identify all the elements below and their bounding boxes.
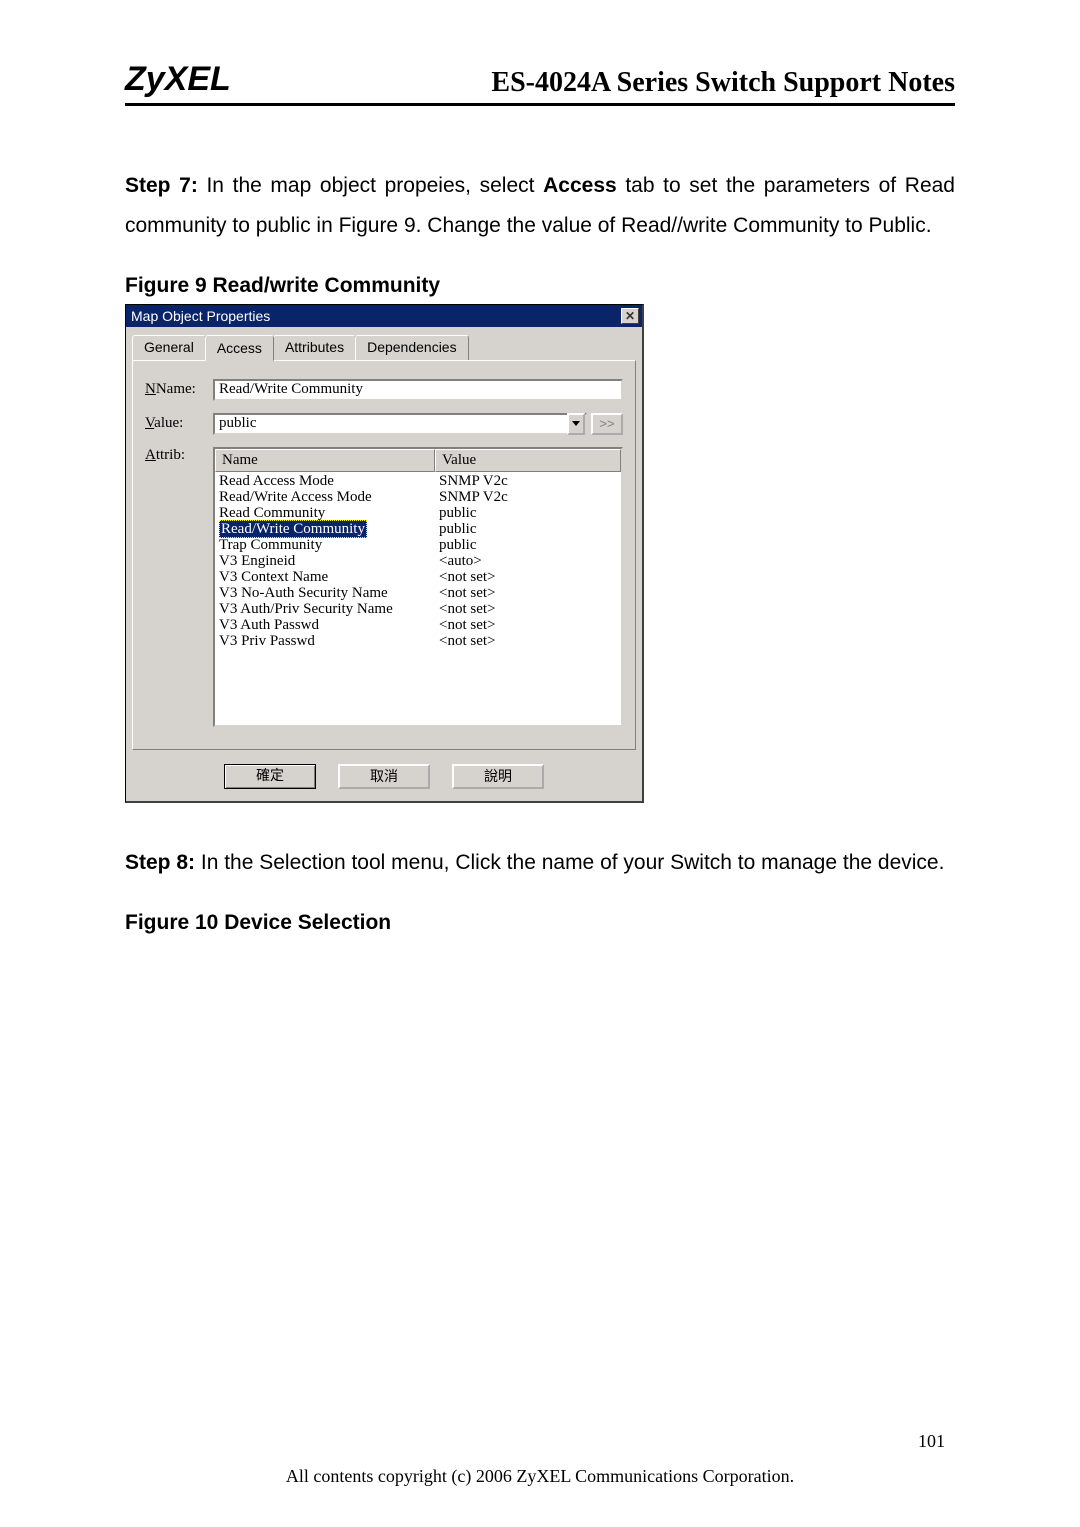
value-combo[interactable]: public [213,413,585,435]
list-item[interactable]: V3 Priv Passwd<not set> [215,633,621,649]
listview-body: Read Access ModeSNMP V2cRead/Write Acces… [215,472,621,650]
list-item[interactable]: Read/Write Access ModeSNMP V2c [215,489,621,505]
name-input[interactable]: Read/Write Community [213,379,623,401]
step8-paragraph: Step 8: In the Selection tool menu, Clic… [125,843,955,883]
listview-header: Name Value [215,449,621,472]
cancel-button[interactable]: 取消 [338,764,430,789]
page-number: 101 [918,1431,945,1452]
list-item[interactable]: V3 Auth Passwd<not set> [215,617,621,633]
dialog-title: Map Object Properties [131,308,270,324]
brand-logo: ZyXEL [125,60,231,99]
figure10-caption: Figure 10 Device Selection [125,911,955,935]
page-header: ZyXEL ES-4024A Series Switch Support Not… [125,60,955,106]
tab-access[interactable]: Access [205,335,274,361]
step7-bold: Access [543,174,617,197]
dialog-button-row: 確定 取消 說明 [126,750,642,801]
list-item[interactable]: Read Communitypublic [215,505,621,521]
help-button[interactable]: 說明 [452,764,544,789]
name-label: NName: [145,381,213,398]
step7-paragraph: Step 7: In the map object propeies, sele… [125,166,955,246]
list-item[interactable]: V3 Auth/Priv Security Name<not set> [215,601,621,617]
tab-dependencies[interactable]: Dependencies [355,335,469,360]
tab-strip: General Access Attributes Dependencies [126,327,642,360]
list-item[interactable]: V3 Engineid<auto> [215,553,621,569]
figure9-caption: Figure 9 Read/write Community [125,274,955,298]
value-label: Value: [145,415,213,432]
close-button[interactable]: ✕ [621,308,639,324]
value-input[interactable]: public [213,413,587,435]
map-object-properties-dialog: Map Object Properties ✕ General Access A… [125,304,644,803]
chevron-down-icon[interactable] [567,413,585,435]
column-value[interactable]: Value [435,449,621,472]
list-item[interactable]: V3 No-Auth Security Name<not set> [215,585,621,601]
list-item[interactable]: Read Access ModeSNMP V2c [215,473,621,489]
step8-label: Step 8: [125,851,201,874]
attribute-listview[interactable]: Name Value Read Access ModeSNMP V2cRead/… [213,447,623,727]
list-item[interactable]: Read/Write Communitypublic [215,521,621,537]
step7-label: Step 7: [125,174,206,197]
header-title: ES-4024A Series Switch Support Notes [491,67,955,99]
tab-attributes[interactable]: Attributes [273,335,356,360]
list-item[interactable]: Trap Communitypublic [215,537,621,553]
list-item[interactable]: V3 Context Name<not set> [215,569,621,585]
close-icon: ✕ [625,309,635,323]
column-name[interactable]: Name [215,449,435,472]
tab-general[interactable]: General [132,335,206,360]
attrib-label: Attrib: [145,447,213,464]
dialog-titlebar: Map Object Properties ✕ [126,305,642,327]
tab-content: NName: Read/Write Community Value: publi… [132,360,636,750]
ok-button[interactable]: 確定 [224,764,316,789]
extend-button[interactable]: >> [591,413,623,435]
footer-copyright: All contents copyright (c) 2006 ZyXEL Co… [0,1466,1080,1487]
step7-text1: In the map object propeies, select [206,174,543,197]
step8-text: In the Selection tool menu, Click the na… [201,851,945,874]
